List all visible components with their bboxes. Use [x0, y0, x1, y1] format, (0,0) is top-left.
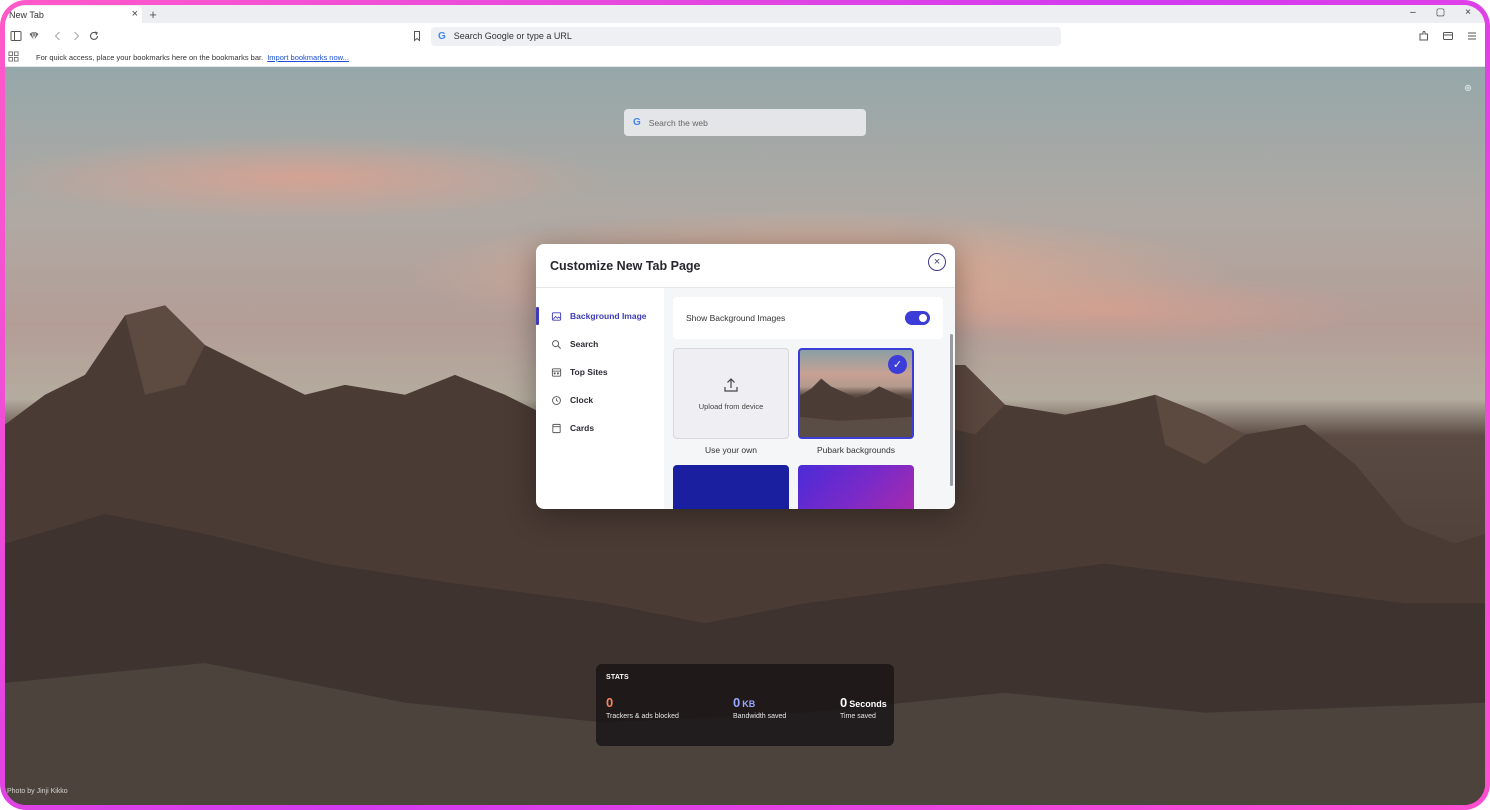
- address-placeholder: Search Google or type a URL: [453, 31, 572, 41]
- screen-frame: New Tab × + – ▢ × G Search Google or typ…: [0, 0, 1490, 810]
- ntp-search-placeholder: Search the web: [648, 117, 708, 128]
- sidebar-item-label: Background Image: [570, 311, 647, 321]
- stats-title: STATS: [606, 674, 629, 681]
- stat-bandwidth: 0 KB Bandwidth saved: [733, 694, 786, 720]
- ntp-search-box[interactable]: G Search the web: [624, 109, 866, 136]
- sidebar-item-top-sites[interactable]: Top Sites: [536, 358, 664, 386]
- cards-icon: [550, 422, 562, 434]
- clock-icon: [550, 394, 562, 406]
- close-window-button[interactable]: ×: [1465, 7, 1471, 18]
- stat-value: 0: [606, 695, 614, 710]
- bookmark-icon[interactable]: [408, 27, 426, 45]
- google-icon: G: [438, 30, 446, 42]
- back-icon[interactable]: [49, 27, 67, 45]
- stat-unit: KB: [742, 699, 756, 709]
- selected-check-icon: ✓: [888, 355, 907, 374]
- bookmarks-bar: For quick access, place your bookmarks h…: [5, 49, 1485, 67]
- gradient-tile[interactable]: [798, 465, 914, 509]
- sidebar-item-search[interactable]: Search: [536, 330, 664, 358]
- toggle-label: Show Background Images: [686, 313, 786, 323]
- import-bookmarks-link[interactable]: Import bookmarks now...: [267, 53, 349, 62]
- background-options-grid: Upload from device Use your own ✓ Pubark…: [673, 348, 943, 509]
- tab-strip: New Tab × + – ▢ ×: [5, 5, 1485, 23]
- maximize-button[interactable]: ▢: [1436, 7, 1445, 18]
- option-use-your-own: Upload from device Use your own: [673, 348, 789, 455]
- sidebar-item-label: Search: [570, 339, 599, 349]
- stat-time: 0 Seconds Time saved: [840, 694, 887, 720]
- close-icon[interactable]: ×: [928, 253, 946, 271]
- right-tools: [1415, 27, 1481, 45]
- photo-credit[interactable]: Photo by Jinji Kikko: [7, 788, 68, 795]
- stat-label: Bandwidth saved: [733, 713, 787, 720]
- wallet-icon[interactable]: [1439, 27, 1457, 45]
- dialog-sidebar: Background Image Search Top Sites Clock: [536, 288, 664, 509]
- sidebar-item-label: Top Sites: [570, 367, 608, 377]
- stat-label: Trackers & ads blocked: [606, 713, 679, 720]
- stat-unit: Seconds: [849, 699, 887, 709]
- extensions-icon[interactable]: [1415, 27, 1433, 45]
- shell-logo-icon[interactable]: [25, 27, 43, 45]
- minimize-button[interactable]: –: [1410, 7, 1416, 18]
- pubark-backgrounds-tile[interactable]: ✓: [798, 348, 914, 439]
- sidebar-toggle-icon[interactable]: [7, 27, 25, 45]
- dialog-title: Customize New Tab Page: [550, 258, 701, 273]
- stat-value: 0: [840, 695, 848, 710]
- dialog-header: Customize New Tab Page: [536, 244, 955, 288]
- gear-icon[interactable]: [1463, 83, 1473, 96]
- upload-text: Upload from device: [698, 402, 764, 411]
- sidebar-item-label: Cards: [570, 423, 595, 433]
- sidebar-item-clock[interactable]: Clock: [536, 386, 664, 414]
- stat-value: 0: [733, 695, 741, 710]
- new-tab-button[interactable]: +: [142, 6, 164, 23]
- tab-close-icon[interactable]: ×: [132, 8, 138, 20]
- show-background-row: Show Background Images: [673, 297, 943, 339]
- search-icon: [550, 338, 562, 350]
- tab-title: New Tab: [9, 9, 44, 20]
- show-background-toggle[interactable]: [905, 311, 930, 325]
- google-icon: G: [633, 117, 641, 128]
- tab-new-tab[interactable]: New Tab ×: [5, 6, 142, 23]
- stat-label: Time saved: [840, 713, 876, 720]
- sidebar-item-background-image[interactable]: Background Image: [536, 302, 664, 330]
- menu-icon[interactable]: [1463, 27, 1481, 45]
- option-pubark-backgrounds: ✓ Pubark backgrounds: [798, 348, 914, 455]
- tile-caption: Use your own: [705, 445, 757, 455]
- sidebar-item-label: Clock: [570, 395, 594, 405]
- image-icon: [550, 310, 562, 322]
- dialog-scrollbar[interactable]: [950, 334, 953, 486]
- window-controls: – ▢ ×: [1410, 7, 1471, 18]
- reload-icon[interactable]: [85, 27, 103, 45]
- stats-widget: STATS 0 Trackers & ads blocked 0 KB Bandw…: [596, 664, 894, 746]
- sidebar-item-cards[interactable]: Cards: [536, 414, 664, 442]
- top-sites-icon: [550, 366, 562, 378]
- upload-icon: [724, 378, 738, 392]
- browser-window: New Tab × + – ▢ × G Search Google or typ…: [5, 5, 1485, 805]
- customize-dialog: Customize New Tab Page × Background Imag…: [536, 244, 955, 509]
- stat-trackers: 0 Trackers & ads blocked: [606, 694, 679, 720]
- forward-icon[interactable]: [67, 27, 85, 45]
- dialog-content: Show Background Images Upload from devic…: [664, 288, 955, 509]
- toolbar: G Search Google or type a URL: [5, 23, 1485, 49]
- bookmarks-message: For quick access, place your bookmarks h…: [36, 53, 264, 62]
- upload-tile[interactable]: Upload from device: [673, 348, 789, 439]
- apps-grid-icon[interactable]: [8, 51, 22, 64]
- address-bar[interactable]: G Search Google or type a URL: [431, 26, 1061, 46]
- tile-caption: Pubark backgrounds: [817, 445, 895, 455]
- solid-color-tile[interactable]: [673, 465, 789, 509]
